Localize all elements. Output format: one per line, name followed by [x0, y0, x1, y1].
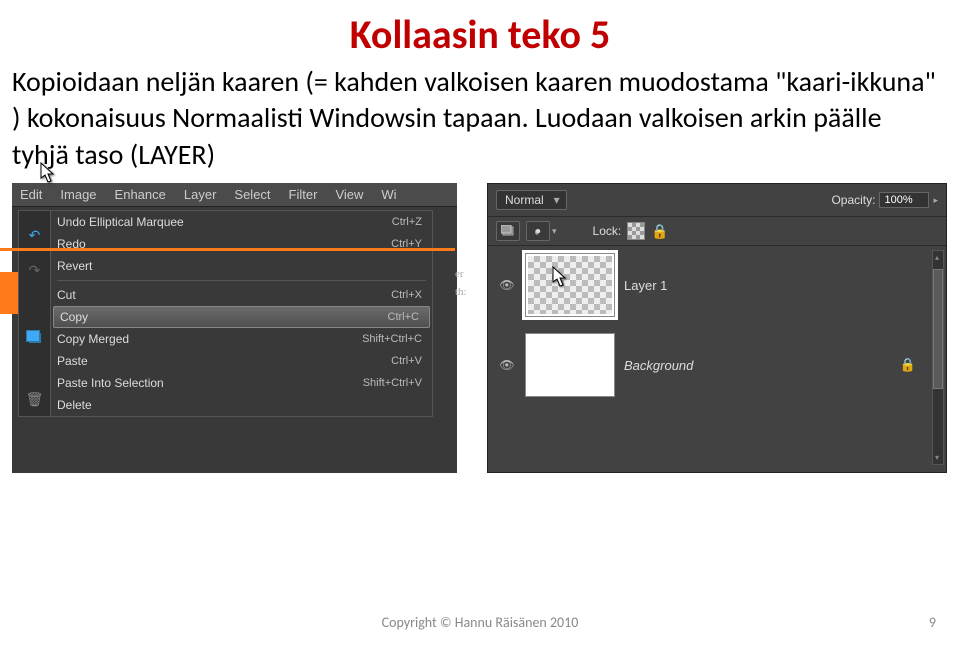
menuitem-shortcut: Ctrl+Z: [392, 216, 422, 228]
menuitem-label: Paste: [57, 354, 88, 368]
menuitem-delete[interactable]: Delete: [51, 394, 432, 416]
menu-edit[interactable]: Edit: [20, 187, 42, 202]
opacity-label: Opacity:: [831, 193, 875, 207]
layer-name[interactable]: Background: [624, 358, 693, 373]
layer-fx-button[interactable]: [526, 221, 550, 241]
menuitem-label: Paste Into Selection: [57, 376, 164, 390]
cut-labels: er th:: [455, 268, 467, 304]
menuitem-label: Copy Merged: [57, 332, 129, 346]
menuitem-copy-merged[interactable]: Copy Merged Shift+Ctrl+C: [51, 328, 432, 350]
lock-all-button[interactable]: 🔒: [651, 223, 668, 240]
menuitem-revert[interactable]: Revert: [51, 255, 432, 277]
opacity-caret-icon[interactable]: ▸: [933, 195, 938, 206]
menuitem-shortcut: Shift+Ctrl+C: [362, 333, 422, 345]
menuitem-label: Cut: [57, 288, 76, 302]
menu-divider: [57, 280, 426, 281]
tab-indicator: [0, 272, 18, 314]
edit-dropdown: ↶ ↷ 🗑 Undo Elliptical Marquee Ctrl+Z Red…: [18, 210, 433, 417]
divider-line: [0, 248, 455, 251]
undo-icon: ↶: [29, 227, 41, 244]
menu-view[interactable]: View: [335, 187, 363, 202]
page-title: Kollaasin teko 5: [0, 10, 960, 59]
visibility-toggle[interactable]: 👁: [498, 278, 516, 292]
menuitem-label: Undo Elliptical Marquee: [57, 215, 184, 229]
menuitem-cut[interactable]: Cut Ctrl+X: [51, 284, 432, 306]
cut-label: er: [455, 268, 467, 280]
menuitem-shortcut: Ctrl+X: [391, 289, 422, 301]
menu-window-cut[interactable]: Wi: [381, 187, 396, 202]
page-number: 9: [929, 614, 936, 631]
lock-label: Lock:: [593, 224, 622, 238]
menuitem-paste[interactable]: Paste Ctrl+V: [51, 350, 432, 372]
redo-icon: ↷: [29, 262, 41, 279]
dropdown-icon-column: ↶ ↷ 🗑: [19, 211, 51, 416]
fx-dropdown-icon[interactable]: ▾: [552, 226, 557, 237]
layers-panel: Normal Opacity: ▸ ▾ Lock: 🔒 👁: [487, 183, 947, 473]
menu-select[interactable]: Select: [234, 187, 270, 202]
menuitem-shortcut: Shift+Ctrl+V: [363, 377, 422, 389]
lock-icon: 🔒: [900, 357, 916, 373]
menuitem-undo[interactable]: Undo Elliptical Marquee Ctrl+Z: [51, 211, 432, 233]
blend-mode-select[interactable]: Normal: [496, 190, 567, 210]
edit-menu-panel: Edit Image Enhance Layer Select Filter V…: [12, 183, 457, 473]
layers-header: Normal Opacity: ▸: [488, 184, 946, 217]
menu-filter[interactable]: Filter: [289, 187, 318, 202]
menuitem-shortcut: Ctrl+V: [391, 355, 422, 367]
scrollbar[interactable]: [932, 250, 944, 465]
cut-label: th:: [455, 286, 467, 298]
menuitem-label: Copy: [60, 310, 88, 324]
new-layer-button[interactable]: [496, 221, 520, 241]
layers-toolbar: ▾ Lock: 🔒: [488, 217, 946, 246]
menu-enhance[interactable]: Enhance: [115, 187, 166, 202]
layers-list: 👁 Layer 1 👁 Background 🔒: [488, 246, 946, 422]
layer-row[interactable]: 👁 Layer 1: [498, 254, 936, 316]
menuitem-redo[interactable]: Redo Ctrl+Y: [51, 233, 432, 255]
footer-copyright: Copyright © Hannu Räisänen 2010: [0, 614, 960, 631]
visibility-toggle[interactable]: 👁: [498, 358, 516, 372]
copy-icon: [29, 333, 41, 343]
menuitem-copy[interactable]: Copy Ctrl+C: [53, 306, 430, 328]
menu-image[interactable]: Image: [60, 187, 96, 202]
menu-layer[interactable]: Layer: [184, 187, 217, 202]
layer-row[interactable]: 👁 Background 🔒: [498, 334, 936, 396]
menubar: Edit Image Enhance Layer Select Filter V…: [12, 183, 457, 207]
layer-thumbnail[interactable]: [526, 334, 614, 396]
menuitem-shortcut: Ctrl+C: [388, 311, 419, 323]
trash-icon: 🗑: [26, 391, 44, 408]
blend-mode-value: Normal: [505, 193, 544, 207]
opacity-input[interactable]: [879, 192, 929, 208]
layer-thumbnail[interactable]: [526, 254, 614, 316]
scrollbar-thumb[interactable]: [933, 269, 943, 389]
body-text: Kopioidaan neljän kaaren (= kahden valko…: [12, 64, 940, 173]
menuitem-paste-into[interactable]: Paste Into Selection Shift+Ctrl+V: [51, 372, 432, 394]
lock-transparency-button[interactable]: [627, 222, 645, 240]
menuitem-label: Revert: [57, 259, 92, 273]
menuitem-label: Delete: [57, 398, 92, 412]
layer-name[interactable]: Layer 1: [624, 278, 667, 293]
